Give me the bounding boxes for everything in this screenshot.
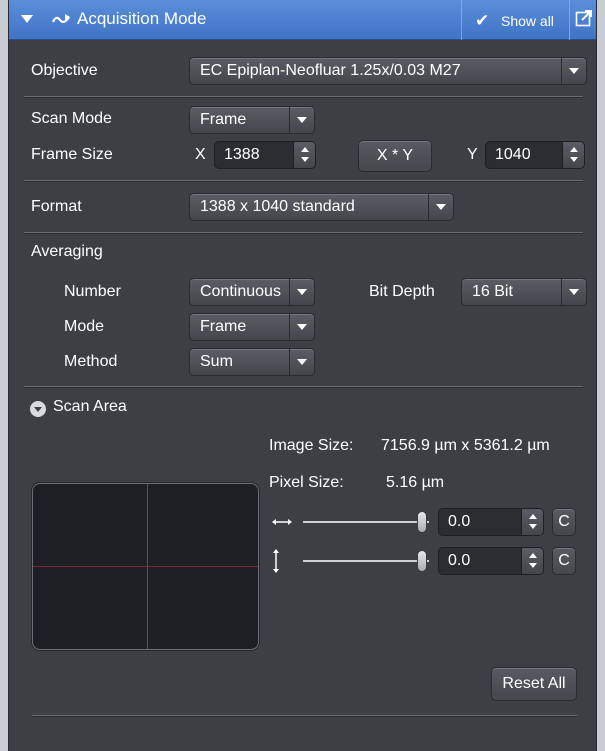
vertical-offset-stepper[interactable]: 0.0 — [438, 547, 544, 575]
vertical-arrows-icon — [273, 549, 279, 573]
pixel-size-value: 5.16 µm — [386, 474, 445, 491]
title-separator — [461, 0, 462, 40]
scan-area-label[interactable]: Scan Area — [53, 398, 127, 416]
frame-size-label: Frame Size — [31, 146, 113, 163]
stepper-arrows-icon[interactable] — [293, 142, 315, 168]
format-value: 1388 x 1040 standard — [200, 198, 355, 215]
checkmark-icon[interactable]: ✔ — [475, 11, 489, 31]
popout-icon[interactable] — [575, 9, 593, 27]
frame-size-y-label: Y — [467, 146, 478, 163]
xy-link-button[interactable]: X * Y — [358, 140, 432, 172]
chevron-down-icon[interactable] — [289, 314, 314, 340]
vertical-offset-handle[interactable] — [417, 550, 427, 572]
chevron-down-icon[interactable] — [561, 58, 586, 84]
image-size-label: Image Size: — [269, 437, 354, 454]
acquisition-mode-icon — [51, 14, 70, 24]
chevron-down-icon[interactable] — [428, 194, 453, 220]
panel-title: Acquisition Mode — [77, 9, 207, 28]
method-select[interactable]: Sum — [189, 348, 315, 376]
horizontal-offset-stepper[interactable]: 0.0 — [438, 508, 544, 536]
stepper-arrows-icon[interactable] — [521, 548, 543, 574]
pixel-size-label: Pixel Size: — [269, 474, 344, 491]
method-label: Method — [64, 353, 118, 370]
image-size-value: 7156.9 µm x 5361.2 µm — [381, 437, 550, 454]
chevron-down-icon[interactable] — [289, 107, 314, 133]
method-value: Sum — [200, 353, 233, 370]
stepper-arrows-icon[interactable] — [562, 142, 584, 168]
bit-depth-select[interactable]: 16 Bit — [461, 278, 587, 306]
vertical-offset-value[interactable]: 0.0 — [448, 552, 470, 570]
stepper-arrows-icon[interactable] — [521, 509, 543, 535]
frame-size-x-stepper[interactable]: 1388 — [214, 141, 316, 169]
scan-area-preview[interactable] — [32, 483, 259, 650]
center-horizontal-button[interactable]: C — [552, 508, 576, 536]
collapse-circle-icon[interactable] — [29, 400, 47, 418]
section-divider — [32, 715, 577, 717]
chevron-down-icon[interactable] — [289, 349, 314, 375]
frame-size-x-label: X — [195, 146, 206, 163]
bit-depth-value: 16 Bit — [472, 283, 513, 300]
collapse-triangle-icon[interactable] — [21, 15, 33, 23]
horizontal-offset-track[interactable] — [303, 521, 429, 523]
section-divider — [24, 96, 583, 98]
chevron-down-icon[interactable] — [289, 279, 314, 305]
chevron-down-icon[interactable] — [561, 279, 586, 305]
objective-select[interactable]: EC Epiplan-Neofluar 1.25x/0.03 M27 — [189, 57, 587, 85]
scan-mode-label: Scan Mode — [31, 110, 112, 127]
objective-label: Objective — [31, 62, 98, 79]
scan-mode-select[interactable]: Frame — [189, 106, 315, 134]
mode-value: Frame — [200, 318, 247, 335]
section-divider — [24, 180, 583, 182]
bit-depth-label: Bit Depth — [369, 283, 435, 300]
objective-value: EC Epiplan-Neofluar 1.25x/0.03 M27 — [200, 62, 461, 79]
mode-select[interactable]: Frame — [189, 313, 315, 341]
section-divider — [24, 232, 583, 234]
horizontal-offset-value[interactable]: 0.0 — [448, 513, 470, 531]
averaging-label: Averaging — [31, 243, 103, 260]
scan-mode-value: Frame — [200, 111, 247, 128]
format-label: Format — [31, 198, 82, 215]
acquisition-mode-panel: Acquisition Mode ✔ Show all Objective EC… — [8, 0, 597, 751]
vertical-offset-track[interactable] — [303, 560, 429, 562]
frame-size-y-stepper[interactable]: 1040 — [485, 141, 585, 169]
title-separator — [569, 0, 570, 40]
frame-size-y-value[interactable]: 1040 — [495, 146, 531, 164]
section-divider — [24, 386, 583, 388]
horizontal-arrows-icon — [272, 519, 292, 525]
reset-all-button[interactable]: Reset All — [491, 667, 577, 701]
number-select[interactable]: Continuous — [189, 278, 315, 306]
format-select[interactable]: 1388 x 1040 standard — [189, 193, 454, 221]
horizontal-offset-handle[interactable] — [417, 511, 427, 533]
number-label: Number — [64, 283, 121, 300]
mode-label: Mode — [64, 318, 105, 335]
number-value: Continuous — [200, 283, 281, 300]
show-all-toggle[interactable]: Show all — [501, 13, 554, 29]
horizontal-crosshair — [33, 566, 258, 567]
panel-title-bar[interactable]: Acquisition Mode ✔ Show all — [9, 0, 596, 40]
center-vertical-button[interactable]: C — [552, 547, 576, 575]
frame-size-x-value[interactable]: 1388 — [224, 146, 260, 164]
